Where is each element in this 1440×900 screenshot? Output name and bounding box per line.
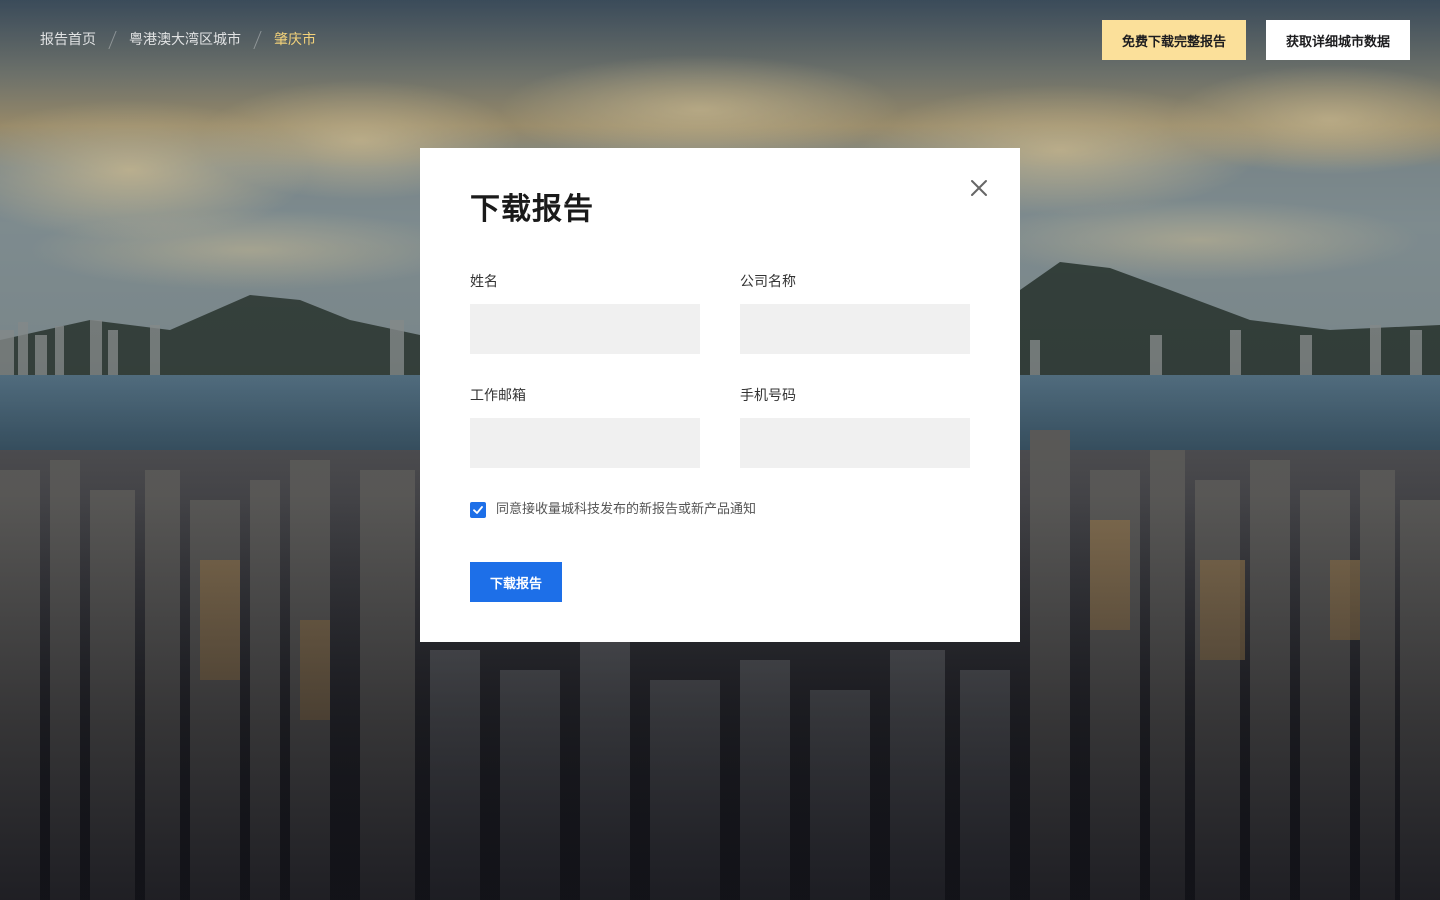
top-bar: 报告首页 粤港澳大湾区城市 肇庆市 免费下载完整报告 获取详细城市数据 — [0, 0, 1440, 80]
breadcrumb: 报告首页 粤港澳大湾区城市 肇庆市 — [40, 30, 316, 50]
name-label: 姓名 — [470, 274, 498, 290]
top-actions: 免费下载完整报告 获取详细城市数据 — [1101, 20, 1410, 60]
consent-label: 同意接收量城科技发布的新报告或新产品通知 — [496, 502, 757, 517]
get-city-data-button[interactable]: 获取详细城市数据 — [1265, 20, 1410, 60]
free-download-report-button[interactable]: 免费下载完整报告 — [1101, 20, 1246, 60]
breadcrumb-item-home[interactable]: 报告首页 — [40, 30, 96, 50]
company-field-group: 公司名称 — [740, 272, 970, 354]
consent-checkbox[interactable] — [470, 502, 486, 518]
email-field-group: 工作邮箱 — [470, 386, 700, 468]
download-report-modal: 下载报告 姓名 公司名称 工作邮箱 手机号码 同意接收量城科技发布的新报告或新产… — [420, 148, 1020, 642]
breadcrumb-separator — [108, 31, 117, 49]
breadcrumb-item-current-city: 肇庆市 — [274, 32, 316, 48]
name-field-group: 姓名 — [470, 272, 700, 354]
email-label: 工作邮箱 — [470, 388, 526, 404]
check-icon — [473, 506, 483, 514]
consent-checkbox-row[interactable]: 同意接收量城科技发布的新报告或新产品通知 — [470, 500, 756, 520]
name-input[interactable] — [470, 304, 700, 354]
close-icon[interactable] — [968, 177, 990, 199]
breadcrumb-separator — [253, 31, 262, 49]
phone-label: 手机号码 — [740, 388, 796, 404]
modal-title: 下载报告 — [470, 192, 594, 227]
phone-field-group: 手机号码 — [740, 386, 970, 468]
close-icon-glyph — [971, 180, 987, 196]
download-report-submit-button[interactable]: 下载报告 — [470, 562, 563, 602]
breadcrumb-item-greater-bay-area[interactable]: 粤港澳大湾区城市 — [129, 30, 241, 50]
phone-input[interactable] — [740, 418, 970, 468]
company-label: 公司名称 — [740, 274, 796, 290]
email-input[interactable] — [470, 418, 700, 468]
company-input[interactable] — [740, 304, 970, 354]
